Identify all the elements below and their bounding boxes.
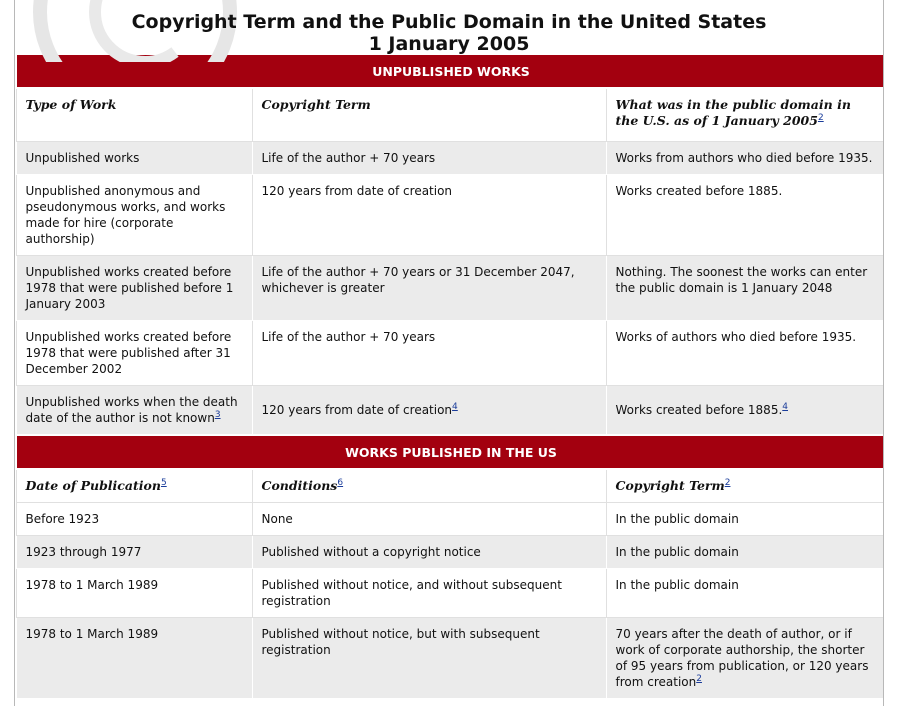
header-text: Conditions (261, 478, 338, 493)
title-line-1: Copyright Term and the Public Domain in … (131, 11, 767, 33)
title-line-2: 1 January 2005 (368, 33, 530, 55)
section-header-published: WORKS PUBLISHED IN THE US (15, 434, 883, 470)
cell-text: Works created before 1885. (615, 403, 783, 417)
table-cell: 120 years from date of creation4 (251, 385, 607, 436)
table-cell: Unpublished works created before 1978 th… (15, 255, 253, 321)
table-cell: Published without notice, but with subse… (251, 617, 607, 699)
footnote-link[interactable]: 4 (452, 402, 458, 412)
table-row: 1978 to 1 March 1989 Published without n… (15, 568, 883, 618)
table-row: 1978 to 1 March 1989 Published without n… (15, 617, 883, 699)
section-header-unpublished: UNPUBLISHED WORKS (15, 53, 883, 89)
column-header-row: Type of Work Copyright Term What was in … (15, 87, 883, 142)
table-cell: 120 years from date of creation (251, 174, 607, 256)
table-row: Unpublished works created before 1978 th… (15, 320, 883, 386)
header-text: Date of Publication (25, 478, 161, 493)
table-cell: 1978 to 1 March 1989 (15, 568, 253, 618)
table-cell: Life of the author + 70 years (251, 141, 607, 175)
column-header: What was in the public domain in the U.S… (605, 87, 883, 142)
table-cell: Life of the author + 70 years (251, 320, 607, 386)
footnote-link[interactable]: 5 (161, 478, 167, 488)
table-cell: None (251, 502, 607, 536)
table-cell: Works from authors who died before 1935. (605, 141, 883, 175)
section-heading: WORKS PUBLISHED IN THE US (15, 434, 883, 470)
table-row: Unpublished anonymous and pseudonymous w… (15, 174, 883, 256)
column-header: Copyright Term2 (605, 468, 883, 503)
table-row: Before 1923 None In the public domain (15, 502, 883, 536)
column-header: Copyright Term (251, 87, 607, 142)
table-cell: Unpublished works when the death date of… (15, 385, 253, 436)
footnote-link[interactable]: 2 (818, 113, 824, 123)
header-text: Copyright Term (261, 97, 371, 112)
table-cell: In the public domain (605, 502, 883, 536)
table-cell: Works created before 1885. (605, 174, 883, 256)
table-cell: Unpublished anonymous and pseudonymous w… (15, 174, 253, 256)
footnote-link[interactable]: 4 (782, 402, 788, 412)
footnote-link[interactable]: 2 (696, 674, 702, 684)
table-row: Unpublished works created before 1978 th… (15, 255, 883, 321)
table-cell: 70 years after the death of author, or i… (605, 617, 883, 699)
page-title: Copyright Term and the Public Domain in … (15, 0, 883, 55)
header-text: What was in the public domain in the U.S… (615, 97, 851, 128)
table-cell: In the public domain (605, 535, 883, 569)
column-header: Date of Publication5 (15, 468, 253, 503)
table-cell: Unpublished works (15, 141, 253, 175)
table-cell: In the public domain (605, 568, 883, 618)
copyright-table: UNPUBLISHED WORKS Type of Work Copyright… (15, 53, 883, 699)
table-cell: Works of authors who died before 1935. (605, 320, 883, 386)
table-row: Unpublished works Life of the author + 7… (15, 141, 883, 175)
table-row: Unpublished works when the death date of… (15, 385, 883, 436)
cell-text: Unpublished works when the death date of… (25, 395, 238, 425)
table-cell: Published without notice, and without su… (251, 568, 607, 618)
table-cell: Life of the author + 70 years or 31 Dece… (251, 255, 607, 321)
column-header: Conditions6 (251, 468, 607, 503)
cell-text: 70 years after the death of author, or i… (615, 627, 869, 689)
table-cell: 1978 to 1 March 1989 (15, 617, 253, 699)
header-text: Type of Work (25, 97, 117, 112)
table-cell: Works created before 1885.4 (605, 385, 883, 436)
table-cell: Unpublished works created before 1978 th… (15, 320, 253, 386)
document-frame: Copyright Term and the Public Domain in … (14, 0, 884, 706)
table-row: 1923 through 1977 Published without a co… (15, 535, 883, 569)
table-cell: Before 1923 (15, 502, 253, 536)
header-text: Copyright Term (615, 478, 725, 493)
column-header-row: Date of Publication5 Conditions6 Copyrig… (15, 468, 883, 503)
column-header: Type of Work (15, 87, 253, 142)
footnote-link[interactable]: 3 (215, 410, 221, 420)
table-cell: Published without a copyright notice (251, 535, 607, 569)
footnote-link[interactable]: 6 (337, 478, 343, 488)
section-heading: UNPUBLISHED WORKS (15, 53, 883, 89)
table-cell: Nothing. The soonest the works can enter… (605, 255, 883, 321)
table-cell: 1923 through 1977 (15, 535, 253, 569)
footnote-link[interactable]: 2 (725, 478, 731, 488)
cell-text: 120 years from date of creation (261, 403, 453, 417)
